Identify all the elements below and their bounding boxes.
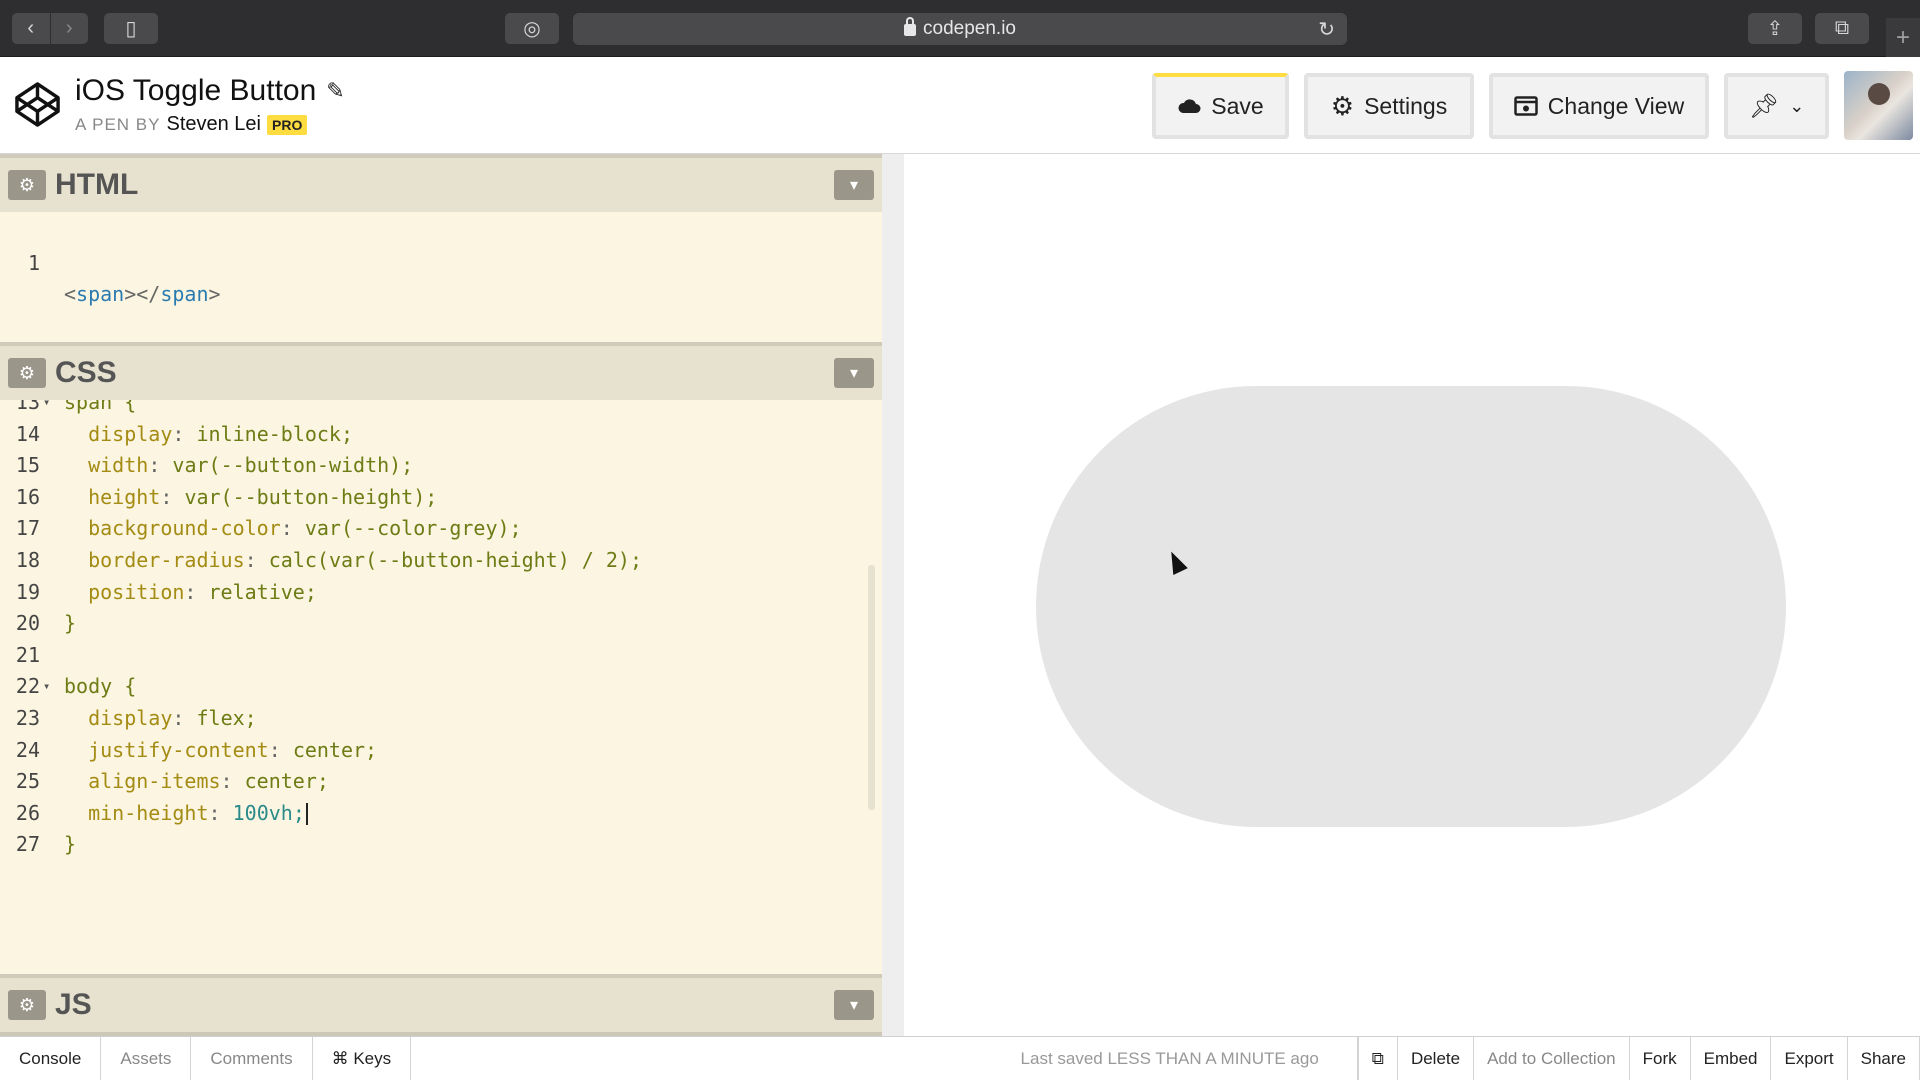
- chevron-left-icon[interactable]: ‹: [12, 13, 50, 44]
- settings-button[interactable]: ⚙ Settings: [1304, 73, 1474, 139]
- js-pane-header: ⚙ JS ▾: [0, 974, 882, 1032]
- code-line: 14 display: inline-block;: [15, 421, 354, 446]
- add-to-collection-button[interactable]: Add to Collection: [1474, 1037, 1630, 1080]
- html-code-editor[interactable]: 1 <span></span>: [0, 212, 882, 342]
- fold-arrow-icon[interactable]: ▾: [43, 671, 50, 703]
- author-link[interactable]: Steven Lei: [166, 113, 261, 136]
- code-line: 20}: [15, 611, 77, 636]
- change-view-button[interactable]: Change View: [1489, 73, 1709, 139]
- code-line: 24 justify-content: center;: [15, 737, 378, 762]
- eye-icon: [1514, 96, 1538, 116]
- editor-column: ⚙ HTML ▾ 1 <span></span> ⚙ CSS ▾ 13 ▾ span…: [0, 154, 882, 1036]
- chevron-down-icon[interactable]: ▾: [834, 990, 874, 1020]
- code-line: 23 display: flex;: [15, 705, 257, 730]
- gear-icon[interactable]: ⚙: [8, 358, 46, 388]
- fold-arrow-icon[interactable]: ▾: [43, 400, 50, 419]
- pen-title-text[interactable]: iOS Toggle Button: [75, 74, 316, 108]
- share-icon[interactable]: ⇪: [1748, 13, 1802, 44]
- by-label: A PEN BY: [75, 114, 161, 134]
- open-external-icon[interactable]: ⧉: [1357, 1037, 1398, 1080]
- pro-badge: PRO: [267, 114, 308, 135]
- save-button[interactable]: Save: [1152, 73, 1289, 139]
- tabs-icon[interactable]: ⧉: [1815, 13, 1869, 44]
- save-status: Last saved LESS THAN A MINUTE ago: [983, 1037, 1358, 1080]
- text-caret: [305, 803, 308, 826]
- new-tab-icon[interactable]: +: [1886, 18, 1920, 57]
- code-line: 18 border-radius: calc(var(--button-heig…: [15, 547, 643, 572]
- chevron-down-icon[interactable]: ▾: [834, 358, 874, 388]
- css-pane-header: ⚙ CSS ▾: [0, 342, 882, 400]
- address-bar[interactable]: codepen.io ↻: [573, 13, 1347, 45]
- fork-button[interactable]: Fork: [1630, 1037, 1691, 1080]
- gear-icon[interactable]: ⚙: [8, 990, 46, 1020]
- code-line: 17 background-color: var(--color-grey);: [15, 516, 522, 541]
- pencil-icon[interactable]: ✎: [326, 78, 344, 104]
- code-line: 13 ▾ span {: [0, 400, 882, 419]
- assets-button[interactable]: Assets: [101, 1037, 192, 1080]
- code-line: 1 <span></span>: [27, 250, 221, 307]
- code-line: 16 height: var(--button-height);: [15, 484, 438, 509]
- reload-icon[interactable]: ↻: [1318, 17, 1335, 42]
- pane-label-css: CSS: [55, 356, 117, 389]
- lock-icon: [904, 17, 917, 36]
- gear-icon: ⚙: [1330, 90, 1355, 121]
- pen-title: iOS Toggle Button ✎: [75, 74, 345, 108]
- sidebar-icon[interactable]: ▯: [104, 13, 158, 44]
- share-button[interactable]: Share: [1848, 1037, 1920, 1080]
- code-line: 22 ▾ body {: [0, 671, 882, 703]
- code-line: 15 width: var(--button-width);: [15, 453, 414, 478]
- pane-label-html: HTML: [55, 168, 139, 201]
- comments-button[interactable]: Comments: [191, 1037, 313, 1080]
- pen-byline: A PEN BY Steven Lei PRO: [75, 113, 308, 136]
- user-avatar[interactable]: [1844, 71, 1913, 140]
- toggle-preview-shape[interactable]: [1036, 386, 1786, 827]
- gear-icon[interactable]: ⚙: [8, 170, 46, 200]
- url-text: codepen.io: [923, 18, 1016, 39]
- html-pane-header: ⚙ HTML ▾: [0, 154, 882, 212]
- codepen-logo-icon[interactable]: [14, 81, 61, 128]
- cloud-icon: [1178, 99, 1201, 113]
- delete-button[interactable]: Delete: [1398, 1037, 1475, 1080]
- export-button[interactable]: Export: [1771, 1037, 1848, 1080]
- editor-scrollbar[interactable]: [868, 565, 875, 810]
- pane-label-js: JS: [55, 988, 92, 1021]
- code-line: 21: [15, 642, 40, 667]
- password-icon[interactable]: ◎: [505, 13, 559, 44]
- pin-icon: 📌︎: [1748, 92, 1780, 120]
- css-code-editor[interactable]: 13 ▾ span { 14 display: inline-block; 15 wid…: [0, 400, 882, 974]
- code-line: 27}: [15, 832, 77, 857]
- console-button[interactable]: Console: [0, 1037, 102, 1080]
- chevron-down-icon: ⌄: [1789, 95, 1805, 116]
- code-line: 25 align-items: center;: [15, 769, 329, 794]
- browser-toolbar: ‹ › ▯ ◎ codepen.io ↻ ⇪ ⧉ +: [0, 0, 1920, 57]
- code-line: 26 min-height: 100vh;: [0, 798, 882, 830]
- nav-buttons: ‹ ›: [12, 13, 88, 44]
- keys-button[interactable]: ⌘ Keys: [313, 1037, 412, 1080]
- code-line: 19 position: relative;: [15, 579, 317, 604]
- chevron-down-icon[interactable]: ▾: [834, 170, 874, 200]
- embed-button[interactable]: Embed: [1691, 1037, 1772, 1080]
- chevron-right-icon[interactable]: ›: [49, 13, 89, 44]
- editor-footer: Console Assets Comments ⌘ Keys Last save…: [0, 1036, 1920, 1080]
- pin-menu-button[interactable]: 📌︎ ⌄: [1724, 73, 1829, 139]
